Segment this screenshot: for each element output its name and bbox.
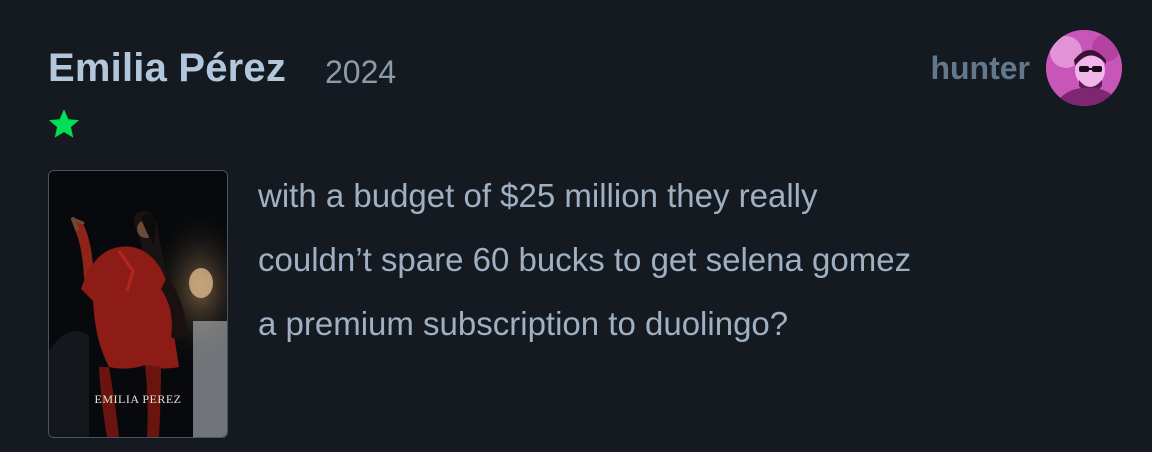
star-shape <box>49 109 79 138</box>
review-line: couldn’t spare 60 bucks to get selena go… <box>258 241 912 278</box>
film-title[interactable]: Emilia Pérez <box>48 44 286 92</box>
review-line: with a budget of $25 million they really <box>258 177 818 214</box>
review-card: Emilia Pérez 2024 hunter EMILIA PEREZ wi… <box>0 0 1152 452</box>
review-line: a premium subscription to duolingo? <box>258 305 789 342</box>
avatar[interactable] <box>1046 30 1122 106</box>
review-body: with a budget of $25 million they really… <box>258 164 1118 356</box>
star-icon <box>46 106 82 142</box>
reviewer-username[interactable]: hunter <box>930 48 1030 88</box>
film-year[interactable]: 2024 <box>325 52 396 92</box>
film-poster[interactable]: EMILIA PEREZ <box>48 170 228 438</box>
poster-title: EMILIA PEREZ <box>94 392 182 406</box>
